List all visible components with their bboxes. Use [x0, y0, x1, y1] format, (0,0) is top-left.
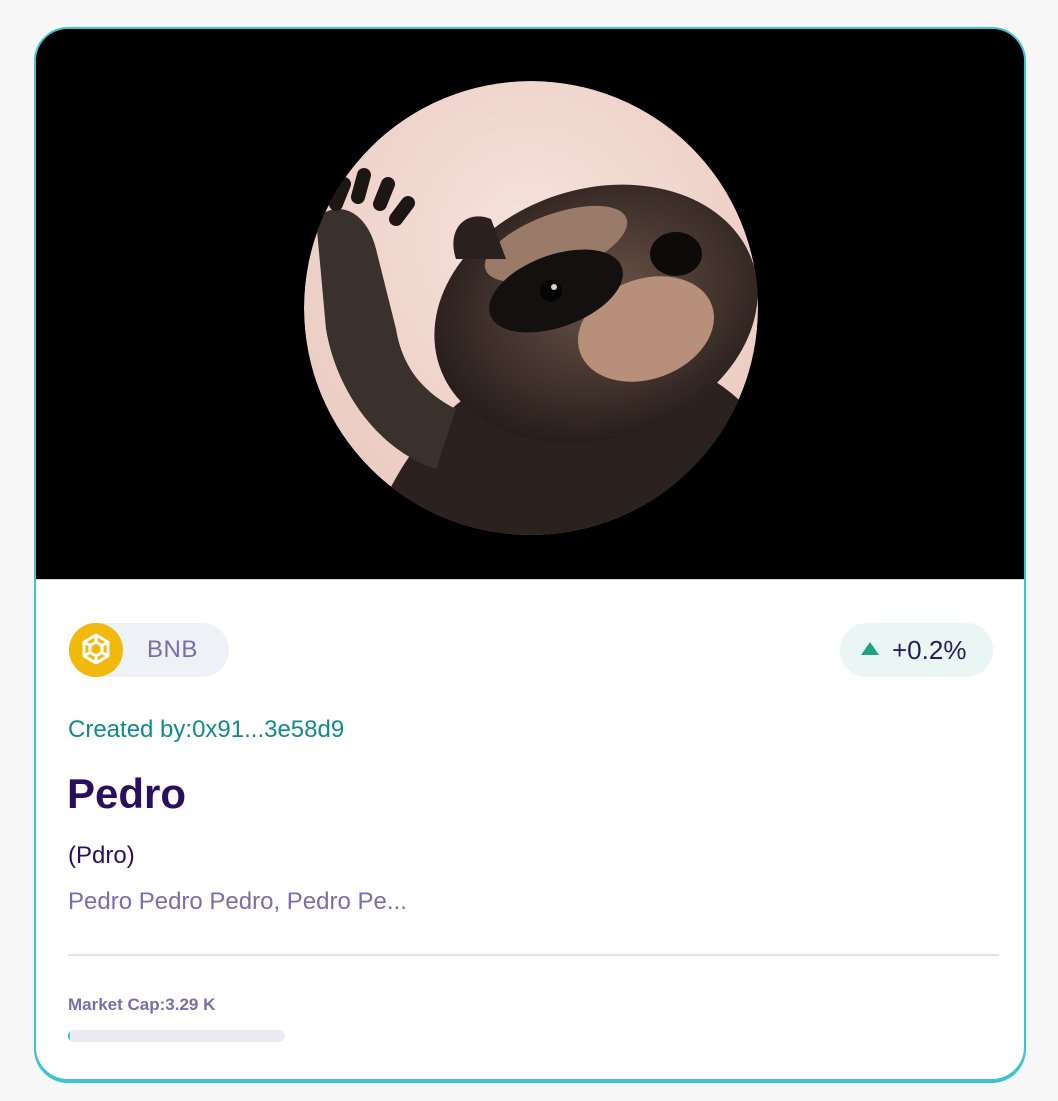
token-image-banner[interactable]: [36, 29, 1024, 580]
token-card[interactable]: BNB +0.2% Created by:0x91...3e58d9 Pedro…: [34, 27, 1026, 1081]
progress-fill: [68, 1030, 70, 1042]
raccoon-avatar-image: [36, 29, 1024, 579]
token-name: Pedro: [67, 770, 187, 817]
market-cap-label: Market Cap:3.29 K: [68, 995, 216, 1014]
price-change-value: +0.2%: [892, 635, 967, 665]
chain-label: BNB: [147, 636, 198, 663]
arrow-up-icon: [861, 642, 879, 655]
token-description: Pedro Pedro Pedro, Pedro Pe...: [68, 888, 407, 915]
creator-address-link[interactable]: Created by:0x91...3e58d9: [68, 715, 344, 745]
divider: [68, 954, 999, 956]
chain-badge[interactable]: BNB: [69, 623, 229, 677]
token-symbol: (Pdro): [68, 842, 135, 869]
bnb-icon: [69, 623, 123, 677]
bonding-progress-bar: [68, 1030, 285, 1042]
price-change-badge: +0.2%: [840, 623, 993, 677]
